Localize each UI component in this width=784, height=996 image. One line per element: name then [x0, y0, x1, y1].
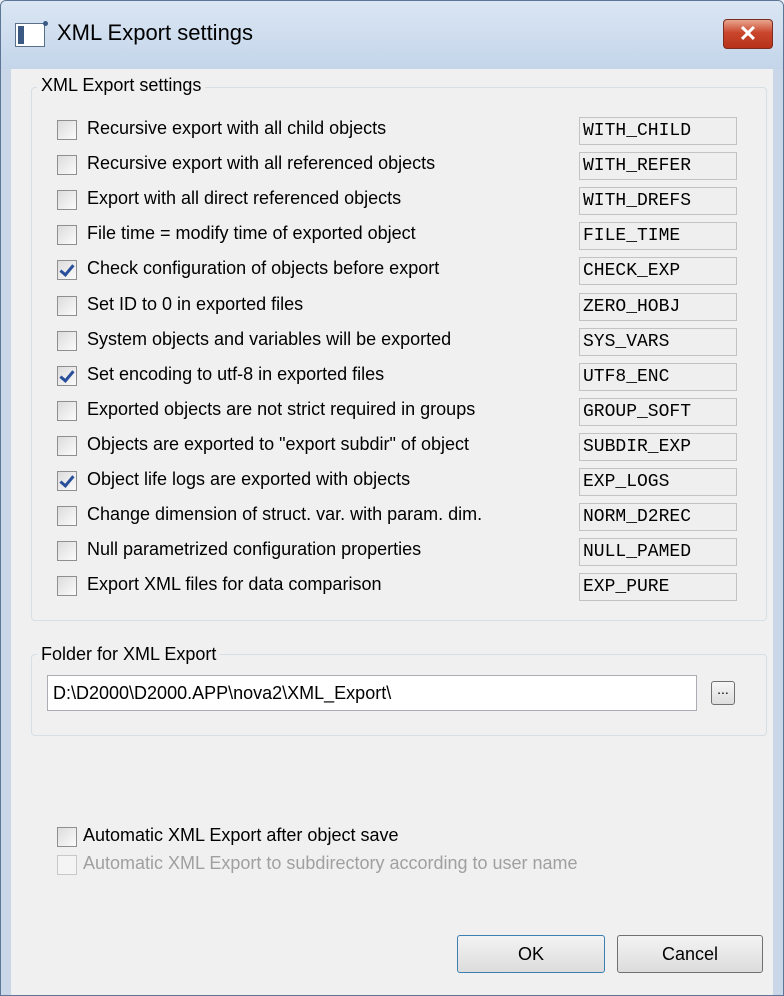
option-label: Export with all direct referenced object…	[87, 188, 402, 209]
option-code-field: UTF8_ENC	[579, 362, 737, 391]
option-checkbox[interactable]	[57, 190, 77, 211]
option-checkbox[interactable]	[57, 260, 77, 281]
option-code-field: CHECK_EXP	[579, 257, 737, 286]
option-checkbox[interactable]	[57, 365, 77, 386]
option-checkbox[interactable]	[57, 506, 77, 527]
folder-legend: Folder for XML Export	[37, 644, 221, 665]
option-label: Set encoding to utf-8 in exported files	[87, 363, 385, 384]
option-code-field: FILE_TIME	[579, 222, 737, 251]
option-code-field: EXP_PURE	[579, 573, 737, 602]
option-label: Objects are exported to "export subdir" …	[87, 433, 469, 454]
option-code-field: NORM_D2REC	[579, 503, 737, 532]
option-label: Check configuration of objects before ex…	[87, 258, 440, 279]
auto-subdir-label: Automatic XML Export to subdirectory acc…	[83, 853, 578, 873]
option-code-field: WITH_CHILD	[579, 117, 737, 145]
cancel-button[interactable]: Cancel	[617, 935, 763, 973]
title-bar[interactable]: XML Export settings ✕	[1, 1, 783, 69]
window-title: XML Export settings	[57, 20, 254, 45]
option-label: Set ID to 0 in exported files	[87, 293, 304, 314]
option-checkbox[interactable]	[57, 576, 77, 597]
auto-subdir-checkbox	[57, 855, 77, 875]
option-label: Object life logs are exported with objec…	[87, 469, 411, 489]
option-checkbox[interactable]	[57, 295, 77, 316]
auto-export-checkbox[interactable]	[57, 827, 77, 847]
option-code-field: SYS_VARS	[579, 327, 737, 356]
option-checkbox[interactable]	[57, 541, 77, 562]
option-label: File time = modify time of exported obje…	[87, 223, 416, 244]
ok-button[interactable]: OK	[457, 935, 605, 973]
close-button[interactable]: ✕	[723, 19, 773, 49]
dialog-window: XML Export settings ✕ XML Export setting…	[0, 0, 784, 996]
option-label: Exported objects are not strict required…	[87, 398, 476, 419]
folder-path-input[interactable]: D:\D2000\D2000.APP\nova2\XML_Export\	[47, 675, 697, 711]
option-checkbox[interactable]	[57, 225, 77, 246]
option-checkbox[interactable]	[57, 120, 77, 140]
auto-export-label: Automatic XML Export after object save	[83, 825, 399, 845]
option-label: Export XML files for data comparison	[87, 574, 382, 595]
option-code-field: SUBDIR_EXP	[579, 432, 737, 461]
option-checkbox[interactable]	[57, 435, 77, 456]
app-window-icon	[15, 21, 48, 47]
option-label: Recursive export with all referenced obj…	[87, 153, 436, 174]
option-checkbox[interactable]	[57, 155, 77, 176]
option-code-field: WITH_DREFS	[579, 187, 737, 216]
option-checkbox[interactable]	[57, 471, 77, 491]
option-label: Change dimension of struct. var. with pa…	[87, 504, 483, 525]
option-code-field: NULL_PAMED	[579, 538, 737, 567]
close-x-icon: ✕	[738, 21, 758, 46]
xml-export-settings-legend: XML Export settings	[37, 75, 206, 96]
option-label: Recursive export with all child objects	[87, 118, 387, 138]
option-label: Null parametrized configuration properti…	[87, 539, 422, 560]
option-code-field: ZERO_HOBJ	[579, 292, 737, 321]
option-code-field: GROUP_SOFT	[579, 397, 737, 426]
option-checkbox[interactable]	[57, 330, 77, 351]
option-code-field: WITH_REFER	[579, 152, 737, 181]
option-code-field: EXP_LOGS	[579, 468, 737, 496]
browse-button[interactable]: ...	[711, 681, 735, 705]
option-checkbox[interactable]	[57, 400, 77, 421]
option-label: System objects and variables will be exp…	[87, 328, 452, 349]
dialog-body: XML Export settings Recursive export wit…	[11, 69, 773, 995]
